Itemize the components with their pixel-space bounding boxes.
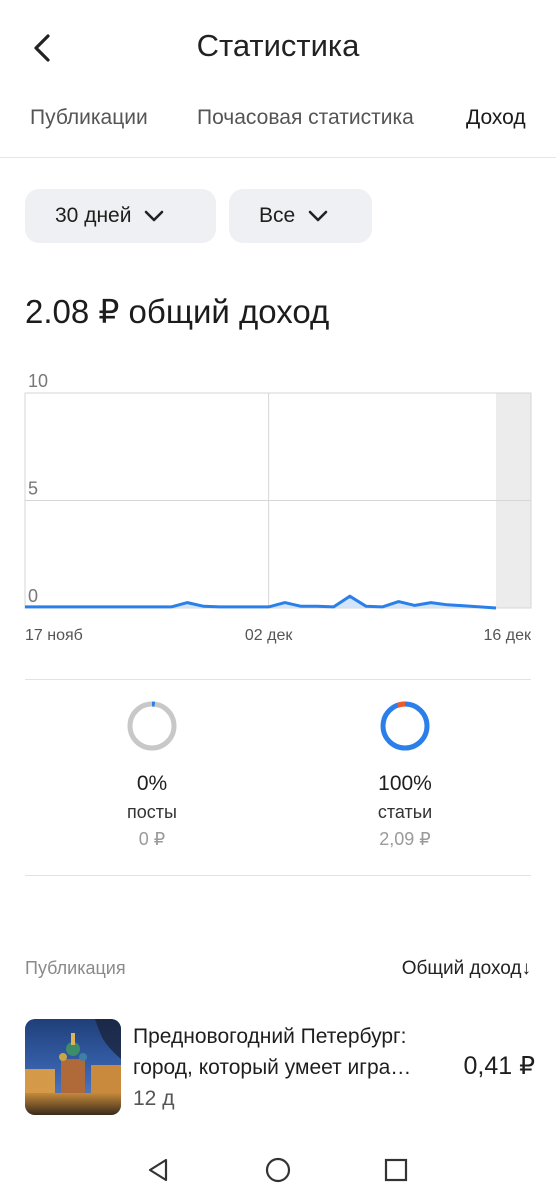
stat-articles: 100% статьи 2,09 ₽ xyxy=(305,700,505,850)
system-nav-bar xyxy=(0,1140,556,1200)
articles-percent: 100% xyxy=(378,772,432,795)
sort-by-income[interactable]: Общий доход↓ xyxy=(402,958,531,980)
type-filter-label: Все xyxy=(259,204,296,227)
total-income: 2.08 ₽ общий доход xyxy=(25,293,330,330)
stat-posts: 0% посты 0 ₽ xyxy=(52,700,252,850)
y-tick-label: 5 xyxy=(28,479,38,499)
publication-title: Предновогодний Петербург: город, который… xyxy=(133,1021,453,1083)
page-title: Статистика xyxy=(196,28,360,63)
tab-bar: Публикации Почасовая статистика Доход xyxy=(0,96,556,158)
list-header: Публикация Общий доход↓ xyxy=(25,958,531,984)
y-tick-label: 0 xyxy=(28,586,38,606)
period-filter-label: 30 дней xyxy=(55,204,132,227)
publication-income: 0,41 ₽ xyxy=(463,1052,535,1080)
column-publication: Публикация xyxy=(25,958,126,978)
list-item[interactable]: Предновогодний Петербург: город, который… xyxy=(25,1019,535,1117)
publication-title-line1: Предновогодний Петербург: xyxy=(133,1025,407,1048)
posts-amount: 0 ₽ xyxy=(138,829,166,849)
period-filter[interactable]: 30 дней xyxy=(25,189,216,243)
tab-income[interactable]: Доход xyxy=(466,106,526,130)
income-chart: 10 5 0 17 нояб 02 дек 16 дек xyxy=(0,360,556,650)
x-tick-label: 16 дек xyxy=(484,627,532,644)
y-tick-label: 10 xyxy=(28,371,48,391)
tab-hourly-stats[interactable]: Почасовая статистика xyxy=(197,106,414,130)
divider xyxy=(25,679,531,680)
chevron-down-icon xyxy=(308,210,328,222)
nav-recents-button[interactable] xyxy=(378,1152,414,1188)
income-chart-svg: 10 5 0 17 нояб 02 дек 16 дек xyxy=(24,371,532,644)
triangle-back-icon xyxy=(148,1158,168,1182)
publication-title-line2: город, который умеет игра… xyxy=(133,1056,412,1079)
circle-home-icon xyxy=(265,1157,291,1183)
chevron-down-icon xyxy=(145,210,164,222)
articles-label: статьи xyxy=(377,802,433,822)
x-tick-label: 02 дек xyxy=(245,627,293,644)
posts-percent: 0% xyxy=(136,772,168,795)
nav-home-button[interactable] xyxy=(260,1152,296,1188)
posts-label: посты xyxy=(127,802,177,822)
x-tick-label: 17 нояб xyxy=(25,627,83,644)
articles-ring-icon xyxy=(380,701,430,751)
nav-back-button[interactable] xyxy=(141,1152,177,1188)
publication-thumbnail xyxy=(25,1019,121,1115)
type-filter[interactable]: Все xyxy=(229,189,372,243)
header: Статистика xyxy=(0,0,556,96)
tab-publications[interactable]: Публикации xyxy=(30,106,148,130)
square-recents-icon xyxy=(384,1158,408,1182)
divider xyxy=(25,875,531,876)
articles-amount: 2,09 ₽ xyxy=(379,829,431,849)
posts-ring-icon xyxy=(127,701,177,751)
publication-age: 12 д xyxy=(133,1087,175,1110)
